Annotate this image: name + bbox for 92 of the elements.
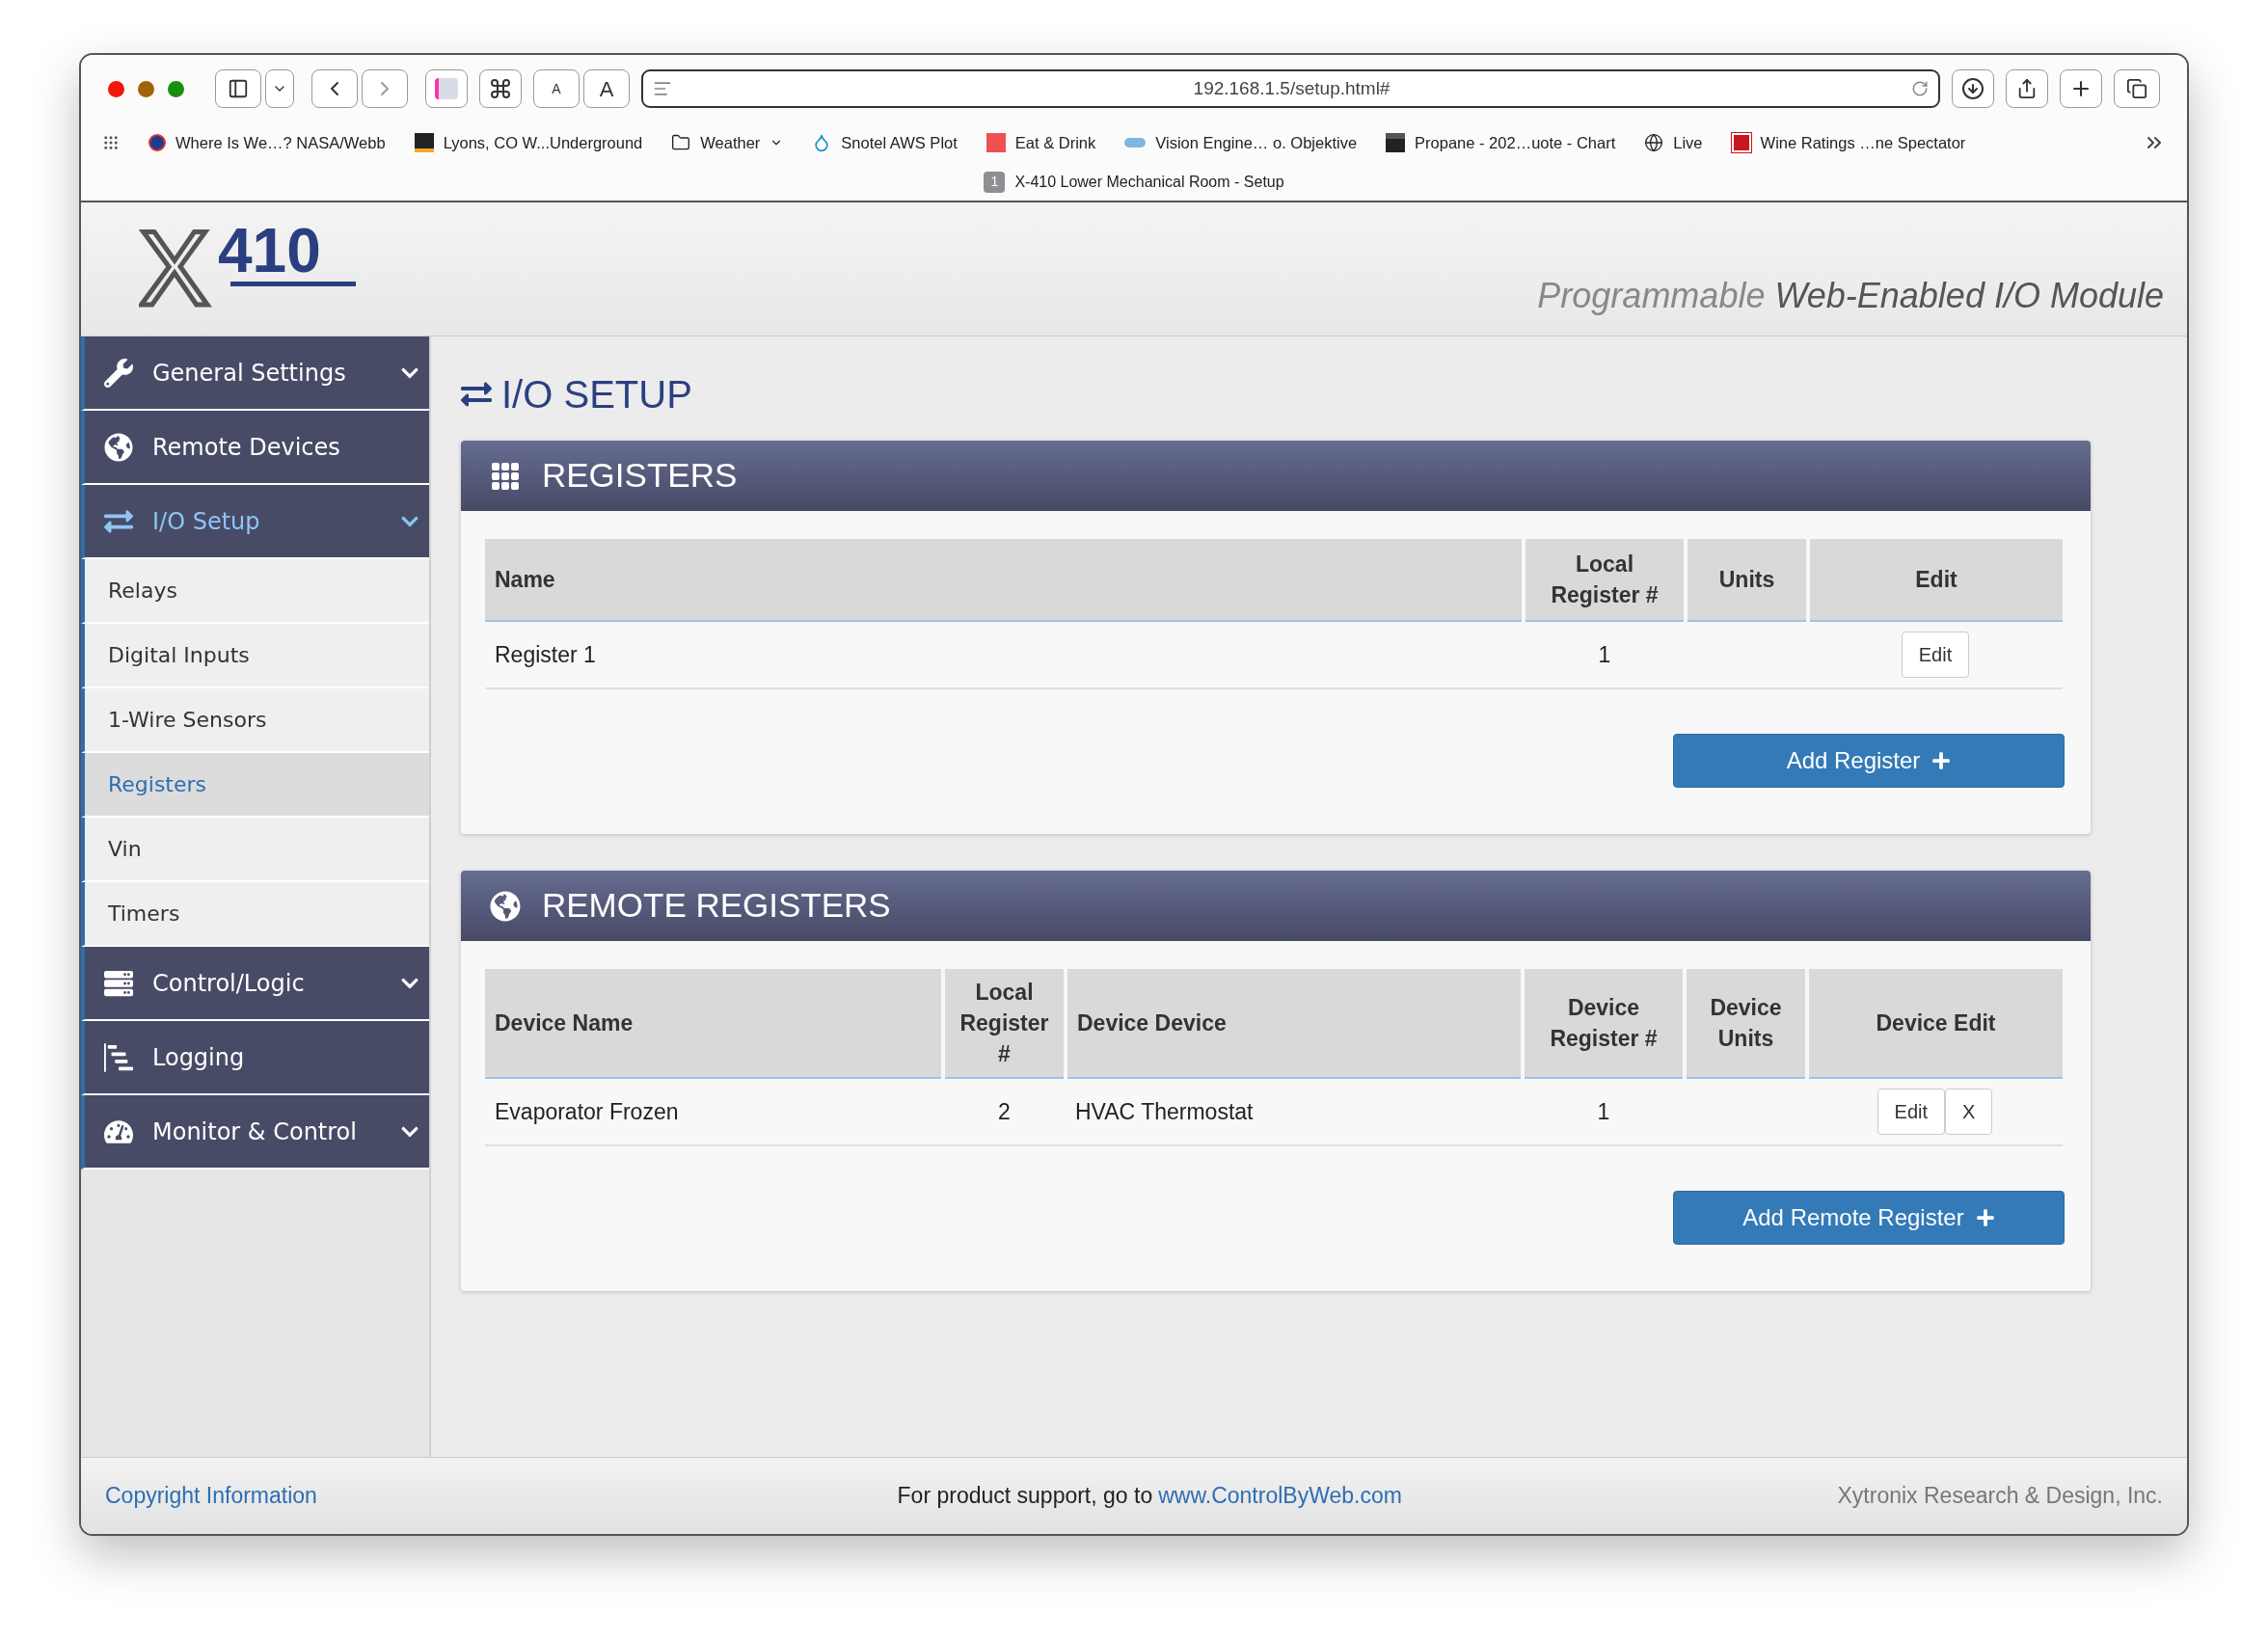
- table-cell: 1: [1524, 621, 1686, 688]
- bookmark[interactable]: Where Is We…? NASA/Webb: [148, 130, 386, 155]
- column-header: Device Register #: [1523, 969, 1685, 1078]
- grid-icon: [490, 460, 521, 492]
- table-cell: Register 1: [485, 621, 1524, 688]
- page-title: I/O SETUP: [501, 372, 692, 417]
- sidebar-item[interactable]: Monitor & Control: [81, 1095, 429, 1170]
- copyright-link[interactable]: Copyright Information: [105, 1479, 317, 1513]
- site-icon: [986, 133, 1006, 152]
- apps-grid-icon: [102, 134, 120, 151]
- extension-button[interactable]: [425, 69, 468, 108]
- column-header: Name: [485, 539, 1524, 621]
- share-button[interactable]: [2006, 69, 2048, 108]
- support-text: For product support, go to: [897, 1482, 1153, 1511]
- delete-button[interactable]: X: [1945, 1089, 1993, 1135]
- sidebar-item[interactable]: Control/Logic: [81, 947, 429, 1021]
- minimize-window-button[interactable]: [138, 80, 154, 97]
- reload-icon: [1911, 80, 1929, 97]
- panel-title: REGISTERS: [542, 455, 738, 497]
- tab-title[interactable]: X-410 Lower Mechanical Room - Setup: [1014, 170, 1284, 194]
- edit-button[interactable]: Edit: [1876, 1089, 1946, 1135]
- sidebar-subitem[interactable]: Vin: [81, 818, 429, 882]
- close-window-button[interactable]: [108, 80, 124, 97]
- sidebar-item[interactable]: Remote Devices: [81, 411, 429, 485]
- bookmark[interactable]: Weather: [671, 130, 784, 155]
- panel-title: REMOTE REGISTERS: [542, 885, 891, 927]
- sidebar-item[interactable]: General Settings: [81, 336, 429, 411]
- globe-icon: [490, 890, 521, 922]
- share-icon: [2016, 78, 2038, 99]
- command-button[interactable]: [479, 69, 522, 108]
- site-icon: [1731, 133, 1751, 152]
- sidebar-item[interactable]: Logging: [81, 1021, 429, 1095]
- bar-chart-icon: [104, 1042, 133, 1072]
- address-bar[interactable]: 192.168.1.5/setup.html#: [641, 69, 1940, 108]
- add-button[interactable]: Add Remote Register: [1673, 1191, 2065, 1245]
- globe-icon: [104, 432, 133, 462]
- bookmark[interactable]: Propane - 202…uote - Chart: [1386, 130, 1616, 155]
- download-icon: [1961, 77, 1984, 100]
- sidebar-toggle-button[interactable]: [215, 69, 261, 108]
- sidebar-item[interactable]: I/O Setup: [81, 485, 429, 559]
- column-header: Device Name: [485, 969, 943, 1078]
- bookmark[interactable]: Snotel AWS Plot: [812, 130, 958, 155]
- tab-overview-button[interactable]: [2114, 69, 2160, 108]
- add-button[interactable]: Add Register: [1673, 734, 2065, 788]
- maximize-window-button[interactable]: [168, 80, 184, 97]
- sidebar-subitem[interactable]: Relays: [81, 559, 429, 624]
- wrench-icon: [104, 358, 133, 388]
- plus-icon: [1931, 751, 1952, 770]
- edit-button[interactable]: Edit: [1901, 632, 1970, 678]
- url-text: 192.168.1.5/setup.html#: [1192, 76, 1391, 100]
- table-cell: 1: [1523, 1078, 1685, 1145]
- tabs-icon: [2126, 78, 2147, 99]
- text-larger-button[interactable]: A: [583, 69, 630, 108]
- bookmark[interactable]: Wine Ratings …ne Spectator: [1731, 130, 1966, 155]
- column-header: Device Device: [1066, 969, 1523, 1078]
- sidebar-subitem[interactable]: 1-Wire Sensors: [81, 688, 429, 753]
- server-icon: [104, 968, 133, 998]
- plus-icon: [1975, 1208, 1995, 1227]
- page-menu-icon: [653, 79, 672, 98]
- column-header: Device Edit: [1807, 969, 2063, 1078]
- sidebar-icon: [228, 78, 249, 99]
- tagline: Programmable Web-Enabled I/O Module: [1537, 275, 2164, 317]
- back-button[interactable]: [311, 69, 358, 108]
- globe-icon: [1644, 133, 1664, 152]
- text-smaller-button[interactable]: A: [533, 69, 580, 108]
- column-header: Edit: [1808, 539, 2063, 621]
- bookmark[interactable]: Live: [1644, 130, 1703, 155]
- download-button[interactable]: [1952, 69, 1994, 108]
- bookmark[interactable]: Vision Engine… o. Objektive: [1124, 130, 1358, 155]
- table-cell: HVAC Thermostat: [1066, 1078, 1523, 1145]
- column-header: Units: [1686, 539, 1808, 621]
- table-cell: 2: [943, 1078, 1066, 1145]
- table-cell: Evaporator Frozen: [485, 1078, 943, 1145]
- bookmark[interactable]: Lyons, CO W...Underground: [414, 130, 643, 155]
- sidebar-subitem[interactable]: Registers: [81, 753, 429, 818]
- column-header: Device Units: [1685, 969, 1807, 1078]
- new-tab-button[interactable]: [2060, 69, 2102, 108]
- site-icon: [414, 133, 434, 152]
- sidebar-subitem[interactable]: Timers: [81, 882, 429, 947]
- folder-icon: [671, 133, 691, 152]
- bookmark[interactable]: Eat & Drink: [986, 130, 1096, 155]
- company-name: Xytronix Research & Design, Inc.: [1837, 1482, 2163, 1511]
- site-icon: [1386, 133, 1406, 152]
- column-header: Local Register #: [943, 969, 1066, 1078]
- forward-button[interactable]: [362, 69, 408, 108]
- support-link[interactable]: www.ControlByWeb.com: [1158, 1479, 1402, 1513]
- sidebar-subitem[interactable]: Digital Inputs: [81, 624, 429, 688]
- tab-number-badge: 1: [984, 171, 1006, 193]
- site-icon: [1124, 138, 1147, 148]
- command-icon: [489, 77, 512, 100]
- site-icon: [148, 134, 166, 151]
- column-header: Local Register #: [1524, 539, 1686, 621]
